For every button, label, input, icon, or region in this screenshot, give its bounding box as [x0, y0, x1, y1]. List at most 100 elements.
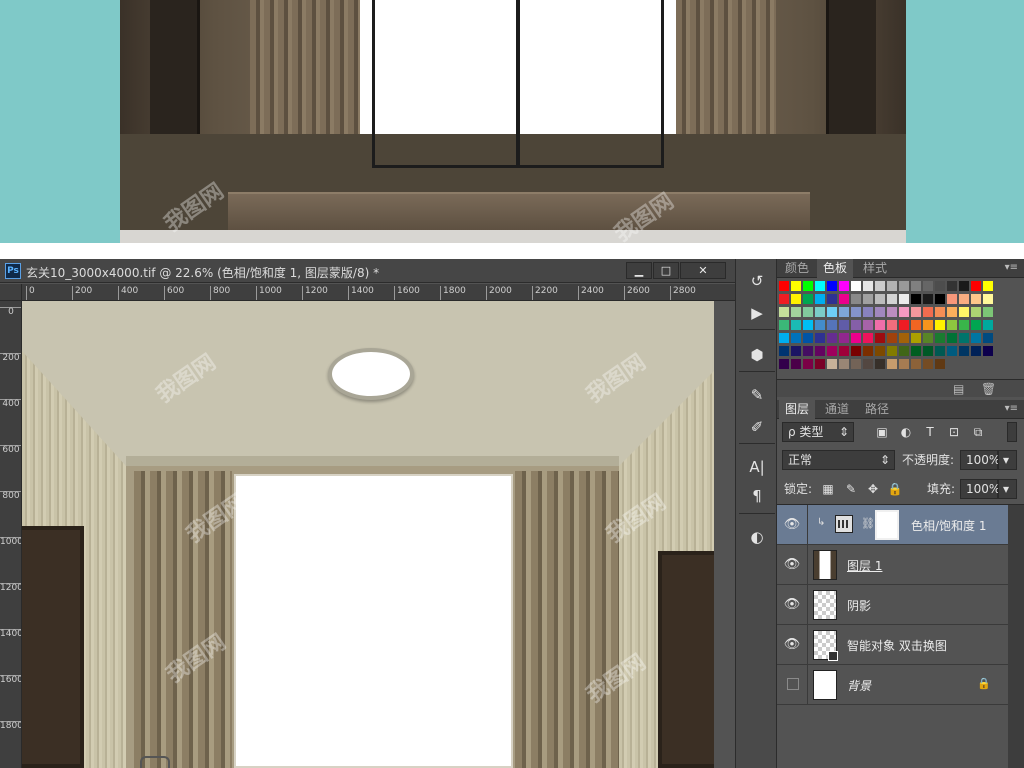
color-swatch[interactable] — [827, 359, 837, 369]
tab-layers[interactable]: 图层 — [779, 400, 816, 419]
color-swatch[interactable] — [971, 307, 981, 317]
color-swatch[interactable] — [923, 346, 933, 356]
fill-input[interactable]: 100% — [960, 479, 1000, 499]
color-swatch[interactable] — [839, 359, 849, 369]
color-swatch[interactable] — [971, 294, 981, 304]
lock-pixels-icon[interactable]: ✎ — [843, 481, 859, 497]
color-swatch[interactable] — [815, 346, 825, 356]
shape-filter-icon[interactable]: ⊡ — [946, 424, 962, 440]
color-swatch[interactable] — [935, 346, 945, 356]
color-swatch[interactable] — [947, 307, 957, 317]
adjustments-icon[interactable]: ◐ — [744, 525, 770, 549]
color-swatch[interactable] — [983, 333, 993, 343]
horizontal-ruler[interactable]: 0 200 400 600 800 1000 1200 1400 1600 1800 2000 220… — [22, 284, 735, 301]
color-swatch[interactable] — [815, 320, 825, 330]
document-titlebar[interactable]: Ps 玄关10_3000x4000.tif @ 22.6% (色相/饱和度 1,… — [0, 259, 735, 283]
color-swatch[interactable] — [779, 359, 789, 369]
color-swatch[interactable] — [899, 320, 909, 330]
color-swatch[interactable] — [983, 307, 993, 317]
layer-row[interactable]: 👁 智能对象 双击换图 — [777, 625, 1008, 665]
eye-icon[interactable]: 👁 — [783, 556, 801, 574]
color-swatch[interactable] — [959, 307, 969, 317]
color-swatch[interactable] — [791, 307, 801, 317]
layer-row[interactable]: 背景 🔒 — [777, 665, 1008, 705]
character-icon[interactable]: A| — [744, 455, 770, 479]
color-swatch[interactable] — [959, 346, 969, 356]
color-swatch[interactable] — [779, 333, 789, 343]
layer-row[interactable]: 👁 图层 1 — [777, 545, 1008, 585]
color-swatch[interactable] — [911, 294, 921, 304]
color-swatch[interactable] — [887, 281, 897, 291]
color-swatch[interactable] — [887, 307, 897, 317]
color-swatch[interactable] — [779, 346, 789, 356]
color-swatch[interactable] — [911, 359, 921, 369]
color-swatch[interactable] — [875, 346, 885, 356]
color-swatch[interactable] — [947, 346, 957, 356]
color-swatch[interactable] — [959, 320, 969, 330]
color-swatch[interactable] — [947, 333, 957, 343]
color-swatch[interactable] — [851, 294, 861, 304]
color-swatch[interactable] — [815, 281, 825, 291]
ruler-origin[interactable] — [0, 284, 22, 301]
color-swatch[interactable] — [911, 307, 921, 317]
layer-row[interactable]: 👁 阴影 — [777, 585, 1008, 625]
color-swatch[interactable] — [779, 307, 789, 317]
color-swatch[interactable] — [803, 359, 813, 369]
color-swatch[interactable] — [923, 359, 933, 369]
color-swatch[interactable] — [803, 307, 813, 317]
color-swatch[interactable] — [899, 294, 909, 304]
type-filter-icon[interactable]: T — [922, 424, 938, 440]
color-swatch[interactable] — [923, 294, 933, 304]
color-swatch[interactable] — [911, 281, 921, 291]
color-swatch[interactable] — [959, 281, 969, 291]
vertical-ruler[interactable]: 0 200 400 600 800 1000 1200 1400 1600 1800 — [0, 301, 22, 768]
trash-icon[interactable]: 🗑 — [981, 382, 996, 396]
history-icon[interactable]: ↺ — [744, 269, 770, 293]
color-swatch[interactable] — [839, 346, 849, 356]
color-swatch[interactable] — [851, 346, 861, 356]
new-swatch-icon[interactable]: ▤ — [953, 382, 964, 396]
tab-paths[interactable]: 路径 — [859, 400, 895, 419]
color-swatch[interactable] — [791, 281, 801, 291]
color-swatch[interactable] — [983, 320, 993, 330]
color-swatch[interactable] — [911, 333, 921, 343]
layers-scrollbar[interactable] — [1008, 505, 1024, 768]
color-swatch[interactable] — [923, 333, 933, 343]
color-swatch[interactable] — [863, 333, 873, 343]
layer-row[interactable]: 👁 ↳ ⛓ 色相/饱和度 1 — [777, 505, 1008, 545]
color-swatch[interactable] — [815, 307, 825, 317]
color-swatch[interactable] — [875, 320, 885, 330]
color-swatch[interactable] — [815, 294, 825, 304]
mask-link-icon[interactable]: ⛓ — [861, 517, 875, 530]
color-swatch[interactable] — [851, 320, 861, 330]
color-swatch[interactable] — [839, 294, 849, 304]
color-swatch[interactable] — [875, 294, 885, 304]
color-swatch[interactable] — [983, 346, 993, 356]
color-swatch[interactable] — [923, 281, 933, 291]
brush-settings-icon[interactable]: ✎ — [744, 383, 770, 407]
color-swatch[interactable] — [779, 320, 789, 330]
color-swatch[interactable] — [851, 359, 861, 369]
color-swatch[interactable] — [947, 320, 957, 330]
visibility-toggle-empty[interactable] — [787, 678, 799, 690]
lock-transparency-icon[interactable]: ▦ — [820, 481, 836, 497]
3d-icon[interactable]: ⬢ — [744, 343, 770, 367]
color-swatch[interactable] — [899, 333, 909, 343]
color-swatch[interactable] — [899, 281, 909, 291]
color-swatch[interactable] — [803, 294, 813, 304]
fill-dropdown-button[interactable]: ▾ — [998, 479, 1017, 499]
color-swatch[interactable] — [791, 346, 801, 356]
color-swatch[interactable] — [971, 346, 981, 356]
color-swatch[interactable] — [779, 281, 789, 291]
lock-position-icon[interactable]: ✥ — [865, 481, 881, 497]
color-swatch[interactable] — [947, 294, 957, 304]
color-swatch[interactable] — [935, 359, 945, 369]
color-swatch[interactable] — [887, 320, 897, 330]
document-canvas[interactable]: 我图网 我图网 我图网 我图网 我图网 我图网 — [22, 301, 714, 768]
color-swatch[interactable] — [851, 281, 861, 291]
color-swatch[interactable] — [791, 294, 801, 304]
color-swatch[interactable] — [923, 320, 933, 330]
color-swatch[interactable] — [779, 294, 789, 304]
color-swatch[interactable] — [863, 281, 873, 291]
play-icon[interactable]: ▶ — [744, 301, 770, 325]
